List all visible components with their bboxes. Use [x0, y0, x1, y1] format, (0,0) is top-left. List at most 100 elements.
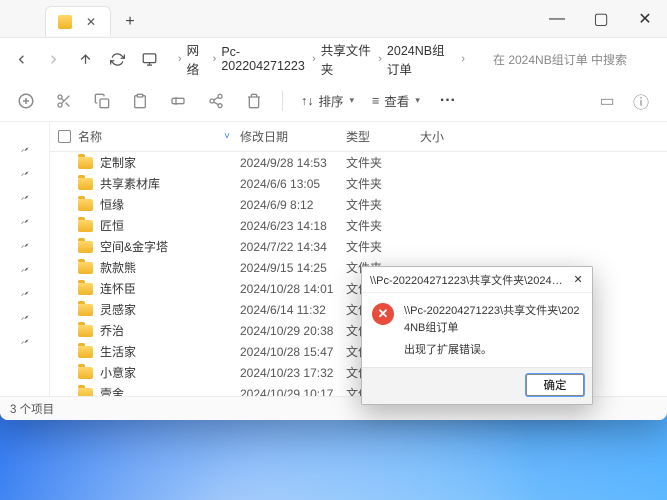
file-date: 2024/6/6 13:05	[240, 177, 346, 191]
file-date: 2024/7/22 14:34	[240, 240, 346, 254]
pin-icon[interactable]	[17, 216, 33, 226]
toolbar-separator	[282, 91, 283, 111]
folder-icon	[78, 346, 93, 358]
col-size[interactable]: 大小	[420, 128, 480, 145]
back-button[interactable]	[12, 50, 30, 68]
file-name: 壹舍	[100, 385, 124, 396]
file-type: 文件夹	[346, 217, 420, 234]
crumb-pc[interactable]: Pc-202204271223	[219, 43, 309, 75]
share-icon[interactable]	[206, 91, 226, 111]
chevron-right-icon: ›	[378, 53, 382, 65]
ok-button[interactable]: 确定	[526, 374, 584, 396]
up-button[interactable]	[76, 50, 94, 68]
crumb-folder[interactable]: 2024NB组订单	[385, 38, 458, 80]
dialog-title: \\Pc-202204271223\共享文件夹\2024NB组订单	[370, 272, 570, 288]
pin-icon[interactable]	[17, 288, 33, 298]
folder-icon	[78, 157, 93, 169]
file-name: 乔治	[100, 322, 124, 339]
pin-icon[interactable]	[17, 192, 33, 202]
cut-icon[interactable]	[54, 91, 74, 111]
file-type: 文件夹	[346, 175, 420, 192]
chevron-right-icon: ›	[213, 53, 217, 65]
error-icon: ✕	[372, 303, 394, 325]
rename-icon[interactable]	[168, 91, 188, 111]
pin-icon[interactable]	[17, 336, 33, 346]
column-headers: 名称˅ 修改日期 类型 大小	[50, 122, 667, 152]
table-row[interactable]: 匠恒2024/6/23 14:18文件夹	[50, 215, 667, 236]
maximize-button[interactable]: ▢	[579, 0, 623, 38]
chevron-right-icon: ›	[461, 53, 465, 65]
table-row[interactable]: 恒缘2024/6/9 8:12文件夹	[50, 194, 667, 215]
monitor-icon[interactable]	[140, 50, 158, 68]
sort-indicator-icon: ˅	[224, 131, 230, 142]
pin-icon[interactable]	[17, 168, 33, 178]
folder-icon	[78, 283, 93, 295]
search-input[interactable]: 在 2024NB组订单 中搜索	[485, 45, 655, 73]
folder-icon	[78, 367, 93, 379]
folder-icon	[78, 325, 93, 337]
address-bar: › 网络 › Pc-202204271223 › 共享文件夹 › 2024NB组…	[0, 38, 667, 80]
dialog-titlebar[interactable]: \\Pc-202204271223\共享文件夹\2024NB组订单 ✕	[362, 267, 592, 293]
forward-button[interactable]	[44, 50, 62, 68]
new-tab-button[interactable]: +	[117, 9, 143, 35]
breadcrumb[interactable]: › 网络 › Pc-202204271223 › 共享文件夹 › 2024NB组…	[172, 44, 471, 74]
chevron-right-icon: ›	[178, 53, 182, 65]
file-type: 文件夹	[346, 154, 420, 171]
chevron-right-icon: ›	[312, 53, 316, 65]
dialog-message: \\Pc-202204271223\共享文件夹\2024NB组订单 出现了扩展错…	[404, 303, 582, 359]
folder-icon	[78, 220, 93, 232]
file-date: 2024/10/28 15:47	[240, 345, 346, 359]
tab-active[interactable]: ✕	[45, 6, 111, 36]
item-count: 3 个项目	[10, 401, 54, 417]
tab-close-icon[interactable]: ✕	[84, 15, 98, 29]
table-row[interactable]: 共享素材库 2024/6/6 13:05文件夹	[50, 173, 667, 194]
pin-icon[interactable]	[17, 264, 33, 274]
col-name[interactable]: 名称˅	[78, 128, 240, 145]
details-pane-icon[interactable]: ⓘ	[631, 91, 651, 111]
minimize-button[interactable]: —	[535, 0, 579, 38]
chevron-down-icon: ▾	[350, 95, 355, 106]
pin-icon[interactable]	[17, 312, 33, 322]
new-button[interactable]	[16, 91, 36, 111]
col-date[interactable]: 修改日期	[240, 128, 346, 145]
file-date: 2024/10/29 10:17	[240, 387, 346, 397]
sort-button[interactable]: ↑↓排序▾	[301, 91, 354, 110]
crumb-share[interactable]: 共享文件夹	[319, 38, 375, 80]
file-type: 文件夹	[346, 196, 420, 213]
file-name: 共享素材库	[100, 175, 160, 192]
file-name: 恒缘	[100, 196, 124, 213]
folder-icon	[78, 388, 93, 397]
refresh-button[interactable]	[108, 50, 126, 68]
more-button[interactable]: ···	[438, 91, 458, 111]
folder-icon	[78, 304, 93, 316]
preview-pane-icon[interactable]: ▭	[597, 91, 617, 111]
table-row[interactable]: 空间&金字塔2024/7/22 14:34文件夹	[50, 236, 667, 257]
close-window-button[interactable]: ✕	[623, 0, 667, 38]
paste-icon[interactable]	[130, 91, 150, 111]
view-button[interactable]: ≡查看▾	[372, 91, 420, 110]
file-name: 小意家	[100, 364, 136, 381]
crumb-network[interactable]: 网络	[185, 38, 210, 80]
pin-icon[interactable]	[17, 144, 33, 154]
file-date: 2024/10/28 14:01	[240, 282, 346, 296]
delete-icon[interactable]	[244, 91, 264, 111]
file-name: 空间&金字塔	[100, 238, 168, 255]
file-date: 2024/6/23 14:18	[240, 219, 346, 233]
copy-icon[interactable]	[92, 91, 112, 111]
file-date: 2024/10/23 17:32	[240, 366, 346, 380]
col-type[interactable]: 类型	[346, 128, 420, 145]
file-name: 连怀臣	[100, 280, 136, 297]
file-date: 2024/10/29 20:38	[240, 324, 346, 338]
toolbar: ↑↓排序▾ ≡查看▾ ··· ▭ ⓘ	[0, 80, 667, 122]
file-name: 生活家	[100, 343, 136, 360]
dialog-close-button[interactable]: ✕	[570, 271, 586, 289]
file-date: 2024/6/14 11:32	[240, 303, 346, 317]
table-row[interactable]: 定制家 2024/9/28 14:53文件夹	[50, 152, 667, 173]
folder-icon	[78, 241, 93, 253]
file-date: 2024/9/28 14:53	[240, 156, 346, 170]
folder-icon	[78, 178, 93, 190]
select-all-checkbox[interactable]	[50, 130, 78, 143]
file-date: 2024/9/15 14:25	[240, 261, 346, 275]
pin-icon[interactable]	[17, 240, 33, 250]
file-name: 定制家	[100, 154, 136, 171]
